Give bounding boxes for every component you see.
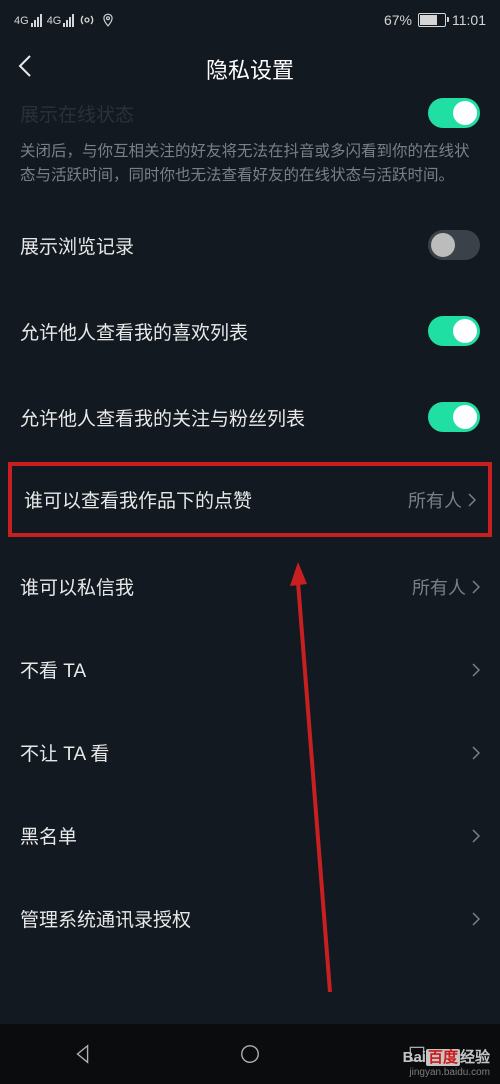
row-label-online-status: 展示在线状态: [20, 100, 134, 127]
row-block-view[interactable]: 不看 TA: [0, 628, 500, 711]
row-label-block-view: 不看 TA: [20, 656, 86, 683]
signal-1-label: 4G: [14, 15, 29, 27]
battery-percent: 67%: [384, 12, 412, 28]
row-label-browse-history: 展示浏览记录: [20, 232, 134, 259]
status-right: 67% 11:01: [384, 12, 486, 28]
page-title: 隐私设置: [206, 53, 294, 85]
toggle-show-follow[interactable]: [428, 402, 480, 432]
row-label-who-sees-likes: 谁可以查看我作品下的点赞: [24, 486, 252, 513]
row-label-show-follow: 允许他人查看我的关注与粉丝列表: [20, 404, 305, 431]
annotation-highlight: 谁可以查看我作品下的点赞 所有人: [8, 462, 492, 537]
status-bar: 4G 4G 67% 11:01: [0, 0, 500, 40]
row-contacts[interactable]: 管理系统通讯录授权: [0, 877, 500, 960]
nav-home-button[interactable]: [236, 1040, 264, 1068]
battery-icon: [418, 13, 446, 27]
row-hide-from[interactable]: 不让 TA 看: [0, 711, 500, 794]
row-who-dm[interactable]: 谁可以私信我 所有人: [0, 545, 500, 628]
row-show-follow[interactable]: 允许他人查看我的关注与粉丝列表: [0, 374, 500, 460]
watermark-brand-b: 百度: [426, 1049, 460, 1066]
row-blacklist[interactable]: 黑名单: [0, 794, 500, 877]
status-left: 4G 4G: [14, 12, 116, 28]
watermark-url: jingyan.baidu.com: [403, 1067, 490, 1079]
header: 隐私设置: [0, 40, 500, 98]
chevron-right-icon: [472, 823, 480, 849]
signal-2-label: 4G: [47, 15, 62, 27]
row-label-contacts: 管理系统通讯录授权: [20, 905, 191, 932]
nav-back-button[interactable]: [69, 1040, 97, 1068]
clock: 11:01: [452, 12, 486, 28]
row-online-status[interactable]: 展示在线状态: [0, 98, 500, 136]
toggle-online-status[interactable]: [428, 98, 480, 128]
row-label-who-dm: 谁可以私信我: [20, 573, 134, 600]
chevron-right-icon: [472, 740, 480, 766]
watermark: Bai百度经验 jingyan.baidu.com: [403, 1049, 490, 1079]
nfc-icon: [79, 12, 95, 28]
row-who-sees-likes[interactable]: 谁可以查看我作品下的点赞 所有人: [12, 466, 488, 533]
row-label-blacklist: 黑名单: [20, 822, 77, 849]
back-button[interactable]: [18, 53, 32, 85]
row-show-likes[interactable]: 允许他人查看我的喜欢列表: [0, 288, 500, 374]
toggle-show-likes[interactable]: [428, 316, 480, 346]
content: 展示在线状态 关闭后，与你互相关注的好友将无法在抖音或多闪看到你的在线状态与活跃…: [0, 98, 500, 960]
watermark-brand-c: 经验: [460, 1049, 490, 1066]
online-status-description: 关闭后，与你互相关注的好友将无法在抖音或多闪看到你的在线状态与活跃时间，同时你也…: [0, 136, 500, 202]
toggle-browse-history[interactable]: [428, 230, 480, 260]
location-icon: [100, 12, 116, 28]
row-value-who-sees-likes: 所有人: [408, 487, 462, 513]
watermark-brand-a: Bai: [403, 1049, 426, 1066]
chevron-right-icon: [472, 657, 480, 683]
chevron-right-icon: [472, 574, 480, 600]
chevron-right-icon: [468, 487, 476, 513]
row-label-hide-from: 不让 TA 看: [20, 739, 109, 766]
chevron-right-icon: [472, 906, 480, 932]
row-label-show-likes: 允许他人查看我的喜欢列表: [20, 318, 248, 345]
row-value-who-dm: 所有人: [412, 574, 466, 600]
signal-2: 4G: [47, 14, 75, 27]
row-browse-history[interactable]: 展示浏览记录: [0, 202, 500, 288]
signal-1: 4G: [14, 14, 42, 27]
